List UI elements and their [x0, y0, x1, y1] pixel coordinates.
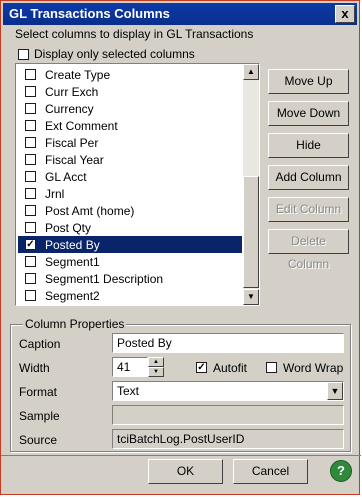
column-label: GL Acct: [45, 170, 87, 184]
column-checkbox[interactable]: [25, 188, 36, 199]
arrow-down-icon: ▼: [247, 292, 255, 301]
column-label: Segment1 Description: [45, 272, 164, 286]
width-label: Width: [19, 361, 50, 375]
list-item[interactable]: Post Amt (home): [18, 202, 242, 219]
column-properties-title: Column Properties: [23, 317, 127, 331]
column-label: Post Amt (home): [45, 204, 135, 218]
list-item[interactable]: Segment1 Description: [18, 270, 242, 287]
column-label: Segment2: [45, 289, 100, 303]
column-checkbox[interactable]: [25, 120, 36, 131]
cancel-button[interactable]: Cancel: [233, 459, 308, 484]
column-label: Ext Comment: [45, 119, 118, 133]
autofit-checkbox[interactable]: ✓: [196, 362, 207, 373]
column-checkbox[interactable]: [25, 273, 36, 284]
display-only-selected-checkbox[interactable]: [18, 49, 29, 60]
instruction-text: Select columns to display in GL Transact…: [15, 27, 254, 41]
column-checkbox[interactable]: [25, 86, 36, 97]
close-icon: x: [341, 6, 349, 21]
list-item[interactable]: Fiscal Year: [18, 151, 242, 168]
sample-label: Sample: [19, 409, 60, 423]
source-field: tciBatchLog.PostUserID: [112, 429, 344, 449]
edit-column-button[interactable]: Edit Column: [268, 197, 349, 222]
column-checkbox[interactable]: [25, 290, 36, 301]
column-label: Segment1: [45, 255, 100, 269]
column-checkbox[interactable]: [25, 222, 36, 233]
move-up-button[interactable]: Move Up: [268, 69, 349, 94]
ok-button[interactable]: OK: [148, 459, 223, 484]
stepper-up-icon[interactable]: ▲: [148, 357, 164, 367]
title-bar: GL Transactions Columns x: [3, 3, 357, 25]
list-item[interactable]: ✓ Posted By: [18, 236, 242, 253]
stepper-down-icon[interactable]: ▼: [148, 367, 164, 377]
column-label: Posted By: [45, 238, 100, 252]
listbox-scrollbar[interactable]: ▲ ▼: [243, 64, 259, 305]
list-item[interactable]: Segment1: [18, 253, 242, 270]
dialog-window: GL Transactions Columns x Select columns…: [0, 0, 361, 495]
list-item[interactable]: Fiscal Per: [18, 134, 242, 151]
delete-column-button[interactable]: Delete Column: [268, 229, 349, 271]
scroll-down-button[interactable]: ▼: [243, 289, 259, 305]
chevron-down-icon[interactable]: ▼: [327, 382, 343, 400]
word-wrap-checkbox[interactable]: [266, 362, 277, 373]
column-label: Curr Exch: [45, 85, 99, 99]
width-stepper[interactable]: ▲ ▼: [148, 357, 164, 377]
column-checkbox[interactable]: [25, 103, 36, 114]
display-only-selected-label: Display only selected columns: [34, 47, 195, 61]
list-item[interactable]: Segment2: [18, 287, 242, 304]
column-label: Currency: [45, 102, 94, 116]
format-select[interactable]: Text: [112, 381, 344, 401]
column-label: Create Type: [45, 68, 111, 82]
scroll-thumb[interactable]: [243, 176, 259, 288]
autofit-label: Autofit: [213, 361, 248, 375]
word-wrap-label: Word Wrap: [283, 361, 344, 375]
caption-label: Caption: [19, 337, 61, 351]
format-label: Format: [19, 385, 58, 399]
columns-listbox[interactable]: Create Type Curr Exch Currency Ext Comment F…: [15, 63, 260, 306]
checkmark-icon: ✓: [197, 362, 206, 373]
column-label: Post Qty: [45, 221, 92, 235]
arrow-up-icon: ▲: [247, 67, 255, 76]
help-icon[interactable]: ?: [330, 460, 352, 482]
column-label: Fiscal Per: [45, 136, 99, 150]
column-checkbox[interactable]: ✓: [25, 239, 36, 250]
list-item[interactable]: GL Acct: [18, 168, 242, 185]
list-item[interactable]: Currency: [18, 100, 242, 117]
sample-field: [112, 405, 344, 425]
scroll-up-button[interactable]: ▲: [243, 64, 259, 80]
list-item[interactable]: Jrnl: [18, 185, 242, 202]
move-down-button[interactable]: Move Down: [268, 101, 349, 126]
caption-input[interactable]: Posted By: [112, 333, 344, 353]
close-button[interactable]: x: [335, 5, 355, 23]
column-checkbox[interactable]: [25, 69, 36, 80]
column-checkbox[interactable]: [25, 256, 36, 267]
format-value: Text: [117, 384, 140, 398]
footer-separator: [1, 455, 361, 456]
source-label: Source: [19, 433, 58, 447]
column-label: Jrnl: [45, 187, 65, 201]
window-title: GL Transactions Columns: [9, 6, 170, 21]
add-column-button[interactable]: Add Column: [268, 165, 349, 190]
hide-button[interactable]: Hide: [268, 133, 349, 158]
list-item[interactable]: Curr Exch: [18, 83, 242, 100]
column-label: Fiscal Year: [45, 153, 104, 167]
column-checkbox[interactable]: [25, 205, 36, 216]
list-item[interactable]: Create Type: [18, 66, 242, 83]
column-checkbox[interactable]: [25, 137, 36, 148]
list-item[interactable]: Ext Comment: [18, 117, 242, 134]
column-checkbox[interactable]: [25, 154, 36, 165]
width-input[interactable]: 41: [112, 357, 148, 377]
list-item[interactable]: Post Qty: [18, 219, 242, 236]
column-checkbox[interactable]: [25, 171, 36, 182]
